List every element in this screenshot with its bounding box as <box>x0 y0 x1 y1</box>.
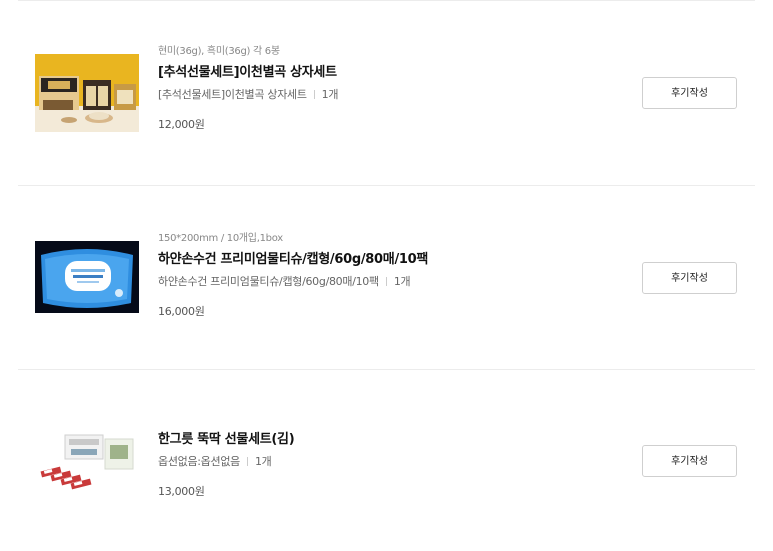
quantity: 1개 <box>321 88 339 101</box>
price: 12,000원 <box>158 118 205 131</box>
product-image[interactable] <box>35 241 139 313</box>
option-text: 현미(36g), 흑미(36g) 각 6봉 <box>158 46 280 57</box>
item-info: 150*200mm / 10개입,1box 하얀손수건 프리미엄물티슈/캡형/6… <box>158 232 428 319</box>
quantity: 1개 <box>254 455 272 468</box>
order-item: 150*200mm / 10개입,1box 하얀손수건 프리미엄물티슈/캡형/6… <box>0 185 773 370</box>
write-review-button[interactable]: 후기작성 <box>642 262 737 294</box>
product-image[interactable] <box>35 54 139 132</box>
product-title[interactable]: 한그릇 뚝딱 선물세트(김) <box>158 431 295 449</box>
separator <box>385 277 387 286</box>
order-item: 한그릇 뚝딱 선물세트(김) 옵션없음:옵션없음 1개 13,000원 후기작성 <box>0 369 773 551</box>
quantity: 1개 <box>393 275 411 288</box>
price: 13,000원 <box>158 485 205 498</box>
write-review-button[interactable]: 후기작성 <box>642 445 737 477</box>
separator <box>246 457 248 466</box>
write-review-button[interactable]: 후기작성 <box>642 77 737 109</box>
product-title[interactable]: 하얀손수건 프리미엄물티슈/캡형/60g/80매/10팩 <box>158 251 428 269</box>
product-image[interactable] <box>35 425 139 495</box>
item-info: 한그릇 뚝딱 선물세트(김) 옵션없음:옵션없음 1개 13,000원 <box>158 431 295 499</box>
item-info: 현미(36g), 흑미(36g) 각 6봉 [추석선물세트]이천별곡 상자세트 … <box>158 45 338 132</box>
separator <box>313 90 315 99</box>
option-text: 150*200mm / 10개입,1box <box>158 233 283 244</box>
product-subtitle: 옵션없음:옵션없음 1개 <box>158 454 294 470</box>
product-subtitle: [추석선물세트]이천별곡 상자세트 1개 <box>158 87 338 103</box>
subtitle-text: 하얀손수건 프리미엄물티슈/캡형/60g/80매/10팩 <box>158 275 379 288</box>
product-subtitle: 하얀손수건 프리미엄물티슈/캡형/60g/80매/10팩 1개 <box>158 274 428 290</box>
price: 16,000원 <box>158 305 205 318</box>
subtitle-text: [추석선물세트]이천별곡 상자세트 <box>158 88 307 101</box>
order-item: 현미(36g), 흑미(36g) 각 6봉 [추석선물세트]이천별곡 상자세트 … <box>0 0 773 185</box>
product-title[interactable]: [추석선물세트]이천별곡 상자세트 <box>158 64 338 82</box>
subtitle-text: 옵션없음:옵션없음 <box>158 455 240 468</box>
